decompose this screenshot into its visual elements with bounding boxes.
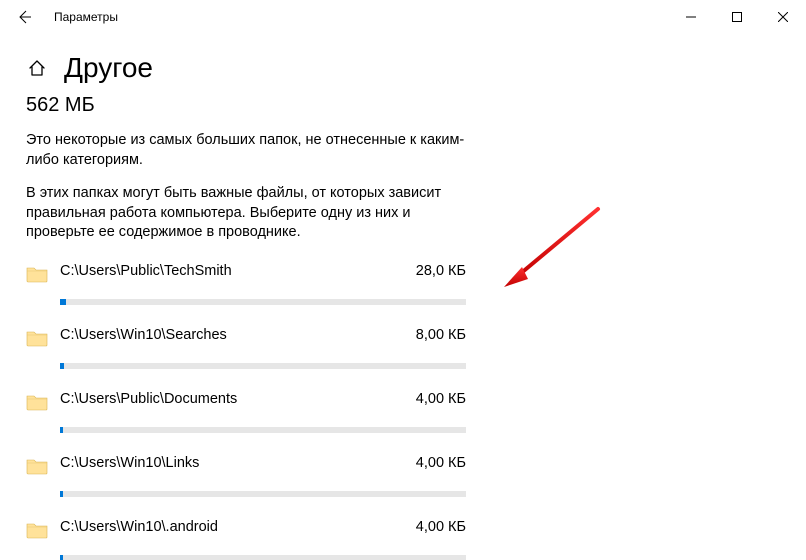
maximize-button[interactable] bbox=[714, 0, 760, 34]
usage-bar bbox=[60, 299, 466, 305]
usage-bar-fill bbox=[60, 427, 63, 433]
folder-icon bbox=[26, 521, 48, 539]
usage-bar bbox=[60, 555, 466, 560]
folder-item[interactable]: C:\Users\Public\Documents 4,00 КБ bbox=[26, 391, 466, 433]
usage-bar bbox=[60, 427, 466, 433]
folder-path: C:\Users\Win10\Links bbox=[60, 455, 199, 471]
description-2: В этих папках могут быть важные файлы, о… bbox=[26, 184, 466, 243]
folder-size: 4,00 КБ bbox=[416, 455, 466, 471]
folder-icon bbox=[26, 393, 48, 411]
minimize-button[interactable] bbox=[668, 0, 714, 34]
folder-size: 4,00 КБ bbox=[416, 391, 466, 407]
home-icon[interactable] bbox=[26, 57, 48, 79]
usage-bar-fill bbox=[60, 555, 63, 560]
folder-item[interactable]: C:\Users\Win10\.android 4,00 КБ bbox=[26, 519, 466, 560]
total-size: 562 МБ bbox=[26, 94, 780, 117]
folder-list: C:\Users\Public\TechSmith 28,0 КБ C:\Use… bbox=[26, 263, 466, 560]
usage-bar bbox=[60, 491, 466, 497]
folder-icon bbox=[26, 265, 48, 283]
folder-path: C:\Users\Public\TechSmith bbox=[60, 263, 232, 279]
folder-size: 28,0 КБ bbox=[416, 263, 466, 279]
folder-icon bbox=[26, 457, 48, 475]
usage-bar bbox=[60, 363, 466, 369]
window-title: Параметры bbox=[48, 10, 118, 24]
window-controls bbox=[668, 0, 806, 34]
folder-path: C:\Users\Public\Documents bbox=[60, 391, 237, 407]
folder-item[interactable]: C:\Users\Win10\Searches 8,00 КБ bbox=[26, 327, 466, 369]
content-area: Другое 562 МБ Это некоторые из самых бол… bbox=[0, 52, 806, 560]
close-button[interactable] bbox=[760, 0, 806, 34]
titlebar: Параметры bbox=[0, 0, 806, 34]
folder-size: 4,00 КБ bbox=[416, 519, 466, 535]
folder-size: 8,00 КБ bbox=[416, 327, 466, 343]
folder-item[interactable]: C:\Users\Public\TechSmith 28,0 КБ bbox=[26, 263, 466, 305]
folder-path: C:\Users\Win10\Searches bbox=[60, 327, 227, 343]
folder-path: C:\Users\Win10\.android bbox=[60, 519, 218, 535]
description-1: Это некоторые из самых больших папок, не… bbox=[26, 131, 466, 170]
back-button[interactable] bbox=[0, 0, 48, 34]
folder-icon bbox=[26, 329, 48, 347]
page-title: Другое bbox=[64, 52, 153, 84]
usage-bar-fill bbox=[60, 299, 66, 305]
folder-item[interactable]: C:\Users\Win10\Links 4,00 КБ bbox=[26, 455, 466, 497]
usage-bar-fill bbox=[60, 491, 63, 497]
usage-bar-fill bbox=[60, 363, 64, 369]
